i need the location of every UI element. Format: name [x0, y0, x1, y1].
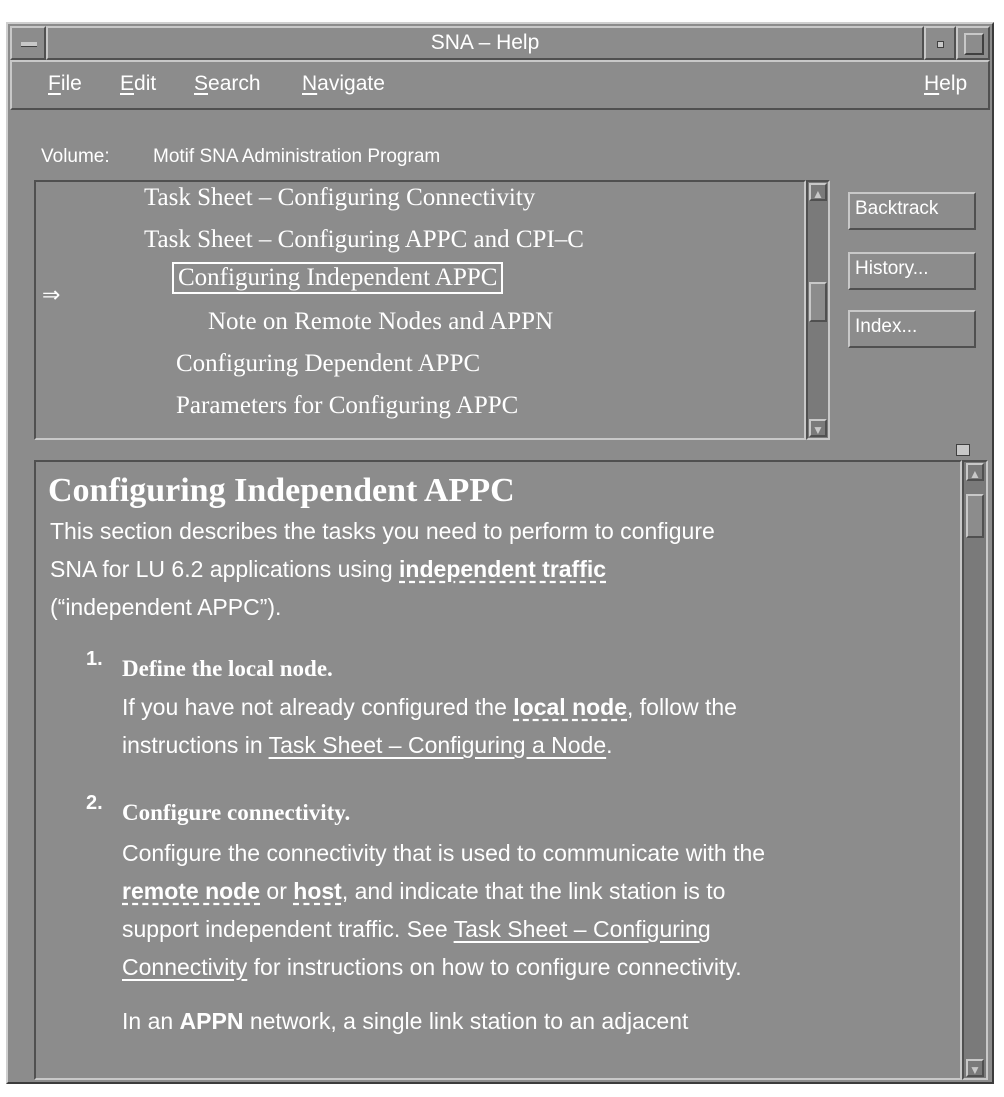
- scroll-thumb[interactable]: [809, 282, 827, 322]
- scroll-up-arrow-icon[interactable]: ▲: [809, 183, 827, 201]
- step-text: remote node or host, and indicate that t…: [122, 872, 725, 910]
- scroll-thumb[interactable]: [966, 494, 984, 538]
- title-bar[interactable]: SNA – Help: [10, 26, 990, 60]
- topic-item[interactable]: Task Sheet – Configuring Connectivity: [144, 184, 535, 212]
- intro-text: SNA for LU 6.2 applications using: [50, 556, 400, 582]
- scroll-down-arrow-icon[interactable]: ▼: [809, 419, 827, 437]
- step-text: If you have not already configured the l…: [122, 688, 737, 726]
- step-text-part: for instructions on how to configure con…: [247, 954, 742, 980]
- intro-line: SNA for LU 6.2 applications using indepe…: [50, 550, 606, 588]
- content-scrollbar[interactable]: ▲ ▼: [962, 460, 988, 1080]
- topic-item-selected[interactable]: Configuring Independent APPC: [172, 262, 504, 294]
- volume-value: Motif SNA Administration Program: [153, 146, 441, 167]
- window-menu-icon: [21, 42, 37, 47]
- help-window: SNA – Help File Edit Search Navigate Hel…: [6, 22, 994, 1084]
- step-number: 2.: [86, 792, 103, 814]
- hyperlink[interactable]: Task Sheet – Configuring a Node: [269, 732, 607, 758]
- topic-item[interactable]: Configuring Dependent APPC: [176, 350, 480, 378]
- menu-help[interactable]: Help: [924, 72, 967, 96]
- minimize-icon: [937, 41, 944, 48]
- scroll-up-arrow-icon[interactable]: ▲: [966, 463, 984, 481]
- step-text: Configure the connectivity that is used …: [122, 840, 766, 866]
- topic-item[interactable]: Parameters for Configuring APPC: [176, 392, 518, 420]
- topic-item[interactable]: Task Sheet – Configuring APPC and CPI–C: [144, 226, 584, 254]
- step-text-part: If you have not already configured the: [122, 694, 514, 720]
- topic-list-scrollbar[interactable]: ▲ ▼: [806, 180, 830, 440]
- step-number: 1.: [86, 648, 103, 670]
- step-text: support independent traffic. See Task Sh…: [122, 910, 711, 948]
- step-text: Connectivity for instructions on how to …: [122, 948, 742, 986]
- window-title: SNA – Help: [430, 31, 540, 54]
- step-text-part: , follow the: [627, 694, 737, 720]
- step-heading: Configure connectivity.: [122, 800, 351, 825]
- index-button[interactable]: Index...: [848, 310, 976, 348]
- volume-label: Volume:: [41, 146, 110, 167]
- menu-file[interactable]: File: [48, 72, 82, 96]
- pane-sash[interactable]: [956, 444, 970, 456]
- hyperlink[interactable]: Connectivity: [122, 954, 247, 980]
- window-menu-button[interactable]: [10, 26, 46, 60]
- hyperlink[interactable]: Task Sheet – Configuring: [454, 916, 711, 942]
- intro-line: This section describes the tasks you nee…: [50, 518, 715, 544]
- glossary-link[interactable]: remote node: [122, 878, 260, 904]
- content-title: Configuring Independent APPC: [48, 472, 515, 509]
- step-text: In an APPN network, a single link statio…: [122, 1002, 688, 1040]
- step-heading: Define the local node.: [122, 656, 333, 681]
- maximize-button[interactable]: [956, 26, 990, 60]
- glossary-link[interactable]: independent traffic: [399, 556, 606, 582]
- step-text-part: In an: [122, 1008, 180, 1034]
- step-text-part: , and indicate that the link station is …: [341, 878, 726, 904]
- glossary-link[interactable]: host: [293, 878, 342, 904]
- step-text-part: instructions in: [122, 732, 269, 758]
- menu-search[interactable]: Search: [194, 72, 261, 96]
- intro-line: (“independent APPC”).: [50, 594, 282, 620]
- menu-bar: File Edit Search Navigate Help: [10, 60, 990, 110]
- glossary-link[interactable]: local node: [513, 694, 627, 720]
- title-area[interactable]: SNA – Help: [46, 26, 924, 60]
- minimize-button[interactable]: [924, 26, 956, 60]
- topic-item[interactable]: Note on Remote Nodes and APPN: [208, 308, 553, 336]
- step-text-part: support independent traffic. See: [122, 916, 454, 942]
- maximize-icon: [964, 33, 984, 55]
- backtrack-button[interactable]: Backtrack: [848, 192, 976, 230]
- step-text-part: or: [260, 878, 294, 904]
- topic-list[interactable]: Task Sheet – Configuring Connectivity Ta…: [34, 180, 806, 440]
- current-topic-arrow-icon: ⇒: [42, 282, 61, 307]
- step-text-part: network, a single link station to an adj…: [243, 1008, 689, 1034]
- step-text: instructions in Task Sheet – Configuring…: [122, 726, 613, 764]
- screen: { "window": { "title": "SNA – Help" }, "…: [0, 0, 1004, 1097]
- history-button[interactable]: History...: [848, 252, 976, 290]
- menu-edit[interactable]: Edit: [120, 72, 156, 96]
- glossary-link[interactable]: APPN: [180, 1008, 244, 1034]
- help-content: Configuring Independent APPC This sectio…: [34, 460, 962, 1080]
- menu-navigate[interactable]: Navigate: [302, 72, 385, 96]
- step-text-part: .: [606, 732, 613, 758]
- scroll-down-arrow-icon[interactable]: ▼: [966, 1059, 984, 1077]
